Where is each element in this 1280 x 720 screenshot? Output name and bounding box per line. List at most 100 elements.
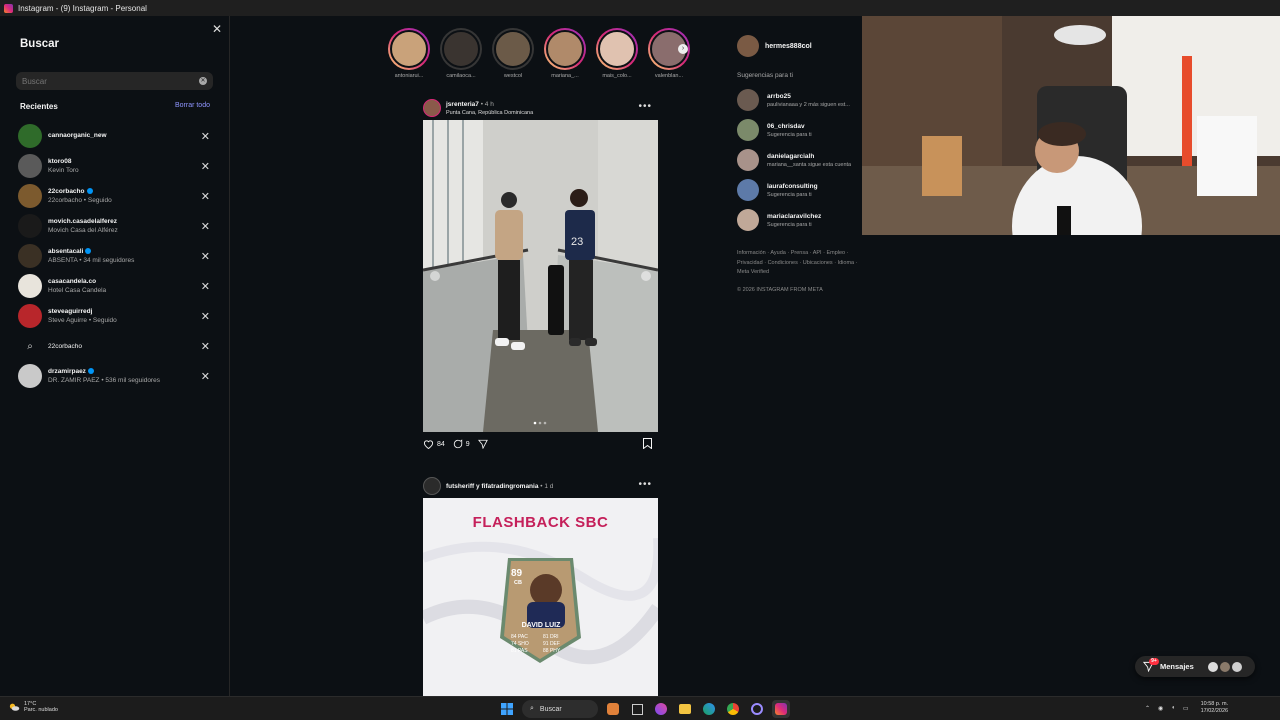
- suggestion-item[interactable]: arrbo25 paulivianaaa y 2 más siguen est.…: [737, 85, 861, 115]
- folder-icon: [679, 704, 691, 714]
- search-box[interactable]: ✕: [16, 72, 213, 90]
- like-button[interactable]: 84: [423, 439, 445, 449]
- stories-next-icon[interactable]: ›: [678, 44, 688, 54]
- avatar[interactable]: [737, 35, 759, 57]
- suggestion-item[interactable]: 06_chrisdav Sugerencia para ti: [737, 115, 861, 145]
- clear-search-icon[interactable]: ✕: [199, 77, 207, 85]
- avatar[interactable]: [737, 149, 759, 171]
- recent-search-item[interactable]: ktoro08 Kevin Toro ✕: [18, 151, 214, 181]
- close-icon[interactable]: ✕: [212, 22, 222, 36]
- story-item[interactable]: mais_colo...: [594, 28, 640, 79]
- post-image[interactable]: FLASHBACK SBC 89 CB DAVID LUIZ 84 PAC 74…: [423, 498, 658, 696]
- recent-search-item[interactable]: absentacali ABSENTA • 34 mil seguidores …: [18, 241, 214, 271]
- post-username[interactable]: jsrenteria7: [446, 101, 479, 108]
- current-username[interactable]: hermes888col: [765, 43, 812, 50]
- remove-recent-icon[interactable]: ✕: [201, 160, 210, 173]
- footer-links[interactable]: Información · Ayuda · Prensa · API · Emp…: [737, 249, 867, 278]
- windows-icon: [501, 703, 513, 715]
- taskbar-search[interactable]: ⌕ Buscar: [522, 700, 598, 718]
- avatar[interactable]: [737, 119, 759, 141]
- remove-recent-icon[interactable]: ✕: [201, 280, 210, 293]
- remove-recent-icon[interactable]: ✕: [201, 370, 210, 383]
- recent-search-item[interactable]: 22corbacho 22corbacho • Seguido ✕: [18, 181, 214, 211]
- post-location[interactable]: Punta Cana, República Dominicana: [446, 110, 533, 116]
- story-item[interactable]: mariana_...: [542, 28, 588, 79]
- story-ring: [596, 28, 638, 70]
- remove-recent-icon[interactable]: ✕: [201, 310, 210, 323]
- messages-button[interactable]: 9+ Mensajes: [1135, 656, 1255, 677]
- window-title: Instagram - (9) Instagram - Personal: [18, 3, 147, 13]
- recent-subtitle: 22corbacho • Seguido: [48, 197, 112, 204]
- suggestion-username[interactable]: mariaclaravilchez: [767, 213, 821, 220]
- clear-all-button[interactable]: Borrar todo: [175, 102, 210, 111]
- recent-username: 22corbacho: [48, 188, 85, 195]
- svg-text:23: 23: [571, 236, 583, 248]
- copilot-icon: [655, 703, 667, 715]
- taskbar-app[interactable]: [676, 700, 694, 718]
- chevron-up-icon[interactable]: ⌃: [1145, 705, 1150, 712]
- start-button[interactable]: [498, 700, 516, 718]
- suggestion-username[interactable]: arrbo25: [767, 93, 850, 100]
- taskbar-app[interactable]: [700, 700, 718, 718]
- post-avatar[interactable]: [423, 477, 441, 495]
- story-ring: [492, 28, 534, 70]
- recent-search-item[interactable]: ⌕ 22corbacho ✕: [18, 331, 214, 361]
- post-actions: 84 9: [423, 432, 658, 456]
- more-options-icon[interactable]: •••: [638, 479, 652, 490]
- avatar: [494, 30, 532, 68]
- avatar: [546, 30, 584, 68]
- avatar: [18, 214, 42, 238]
- search-icon: ⌕: [530, 705, 534, 712]
- recent-list: cannaorganic_new ✕ ktoro08 Kevin Toro ✕ …: [18, 121, 214, 391]
- story-item[interactable]: westcol: [490, 28, 536, 79]
- recent-username: drzamirpaez: [48, 368, 86, 375]
- feed-post: futsheriff y fifatradingromania • 1 d ••…: [423, 474, 658, 696]
- more-options-icon[interactable]: •••: [638, 101, 652, 112]
- remove-recent-icon[interactable]: ✕: [201, 130, 210, 143]
- remove-recent-icon[interactable]: ✕: [201, 220, 210, 233]
- bookmark-icon[interactable]: [643, 438, 652, 449]
- recent-search-item[interactable]: steveaguirredj Steve Aguirre • Seguido ✕: [18, 301, 214, 331]
- remove-recent-icon[interactable]: ✕: [201, 190, 210, 203]
- taskbar-app[interactable]: [628, 700, 646, 718]
- post-avatar[interactable]: [423, 99, 441, 117]
- avatar[interactable]: [737, 209, 759, 231]
- remove-recent-icon[interactable]: ✕: [201, 250, 210, 263]
- suggestion-username[interactable]: danielagarcialh: [767, 153, 851, 160]
- suggestion-username[interactable]: laurafconsulting: [767, 183, 818, 190]
- suggestion-username[interactable]: 06_chrisdav: [767, 123, 812, 130]
- recent-username: steveaguirredj: [48, 308, 93, 315]
- recent-search-item[interactable]: casacandela.co Hotel Casa Candela ✕: [18, 271, 214, 301]
- taskbar-app[interactable]: [604, 700, 622, 718]
- current-account[interactable]: hermes888col: [737, 34, 861, 58]
- battery-icon[interactable]: ▭: [1183, 705, 1189, 712]
- post-username[interactable]: futsheriff y fifatradingromania: [446, 483, 538, 490]
- search-input[interactable]: [22, 76, 199, 86]
- avatar[interactable]: [737, 89, 759, 111]
- taskbar-app-active[interactable]: [772, 700, 790, 718]
- stat: 84 PAC: [511, 634, 528, 640]
- recent-subtitle: Hotel Casa Candela: [48, 287, 107, 294]
- remove-recent-icon[interactable]: ✕: [201, 340, 210, 353]
- post-image[interactable]: 23: [423, 120, 658, 432]
- taskbar-app[interactable]: [724, 700, 742, 718]
- taskbar-app[interactable]: [652, 700, 670, 718]
- suggestion-item[interactable]: laurafconsulting Sugerencia para ti: [737, 175, 861, 205]
- story-ring: [440, 28, 482, 70]
- clock-time: 10:58 p. m.: [1200, 701, 1229, 707]
- recent-search-item[interactable]: cannaorganic_new ✕: [18, 121, 214, 151]
- comment-button[interactable]: 9: [453, 439, 470, 449]
- suggestion-item[interactable]: danielagarcialh mariana__santa sigue est…: [737, 145, 861, 175]
- suggestion-item[interactable]: mariaclaravilchez Sugerencia para ti: [737, 205, 861, 235]
- recent-search-item[interactable]: movich.casadelalferez Movich Casa del Al…: [18, 211, 214, 241]
- share-button[interactable]: [477, 439, 488, 449]
- weather-widget[interactable]: 17°C Parc. nublado: [8, 701, 58, 713]
- taskbar-app[interactable]: [748, 700, 766, 718]
- recent-search-item[interactable]: drzamirpaez DR. ZAMIR PAEZ • 536 mil seg…: [18, 361, 214, 391]
- story-item[interactable]: camilaoca...: [438, 28, 484, 79]
- clock[interactable]: 10:58 p. m. 17/02/2026: [1201, 701, 1229, 715]
- volume-icon[interactable]: ◖: [1171, 705, 1175, 711]
- avatar[interactable]: [737, 179, 759, 201]
- story-item[interactable]: antoniarui...: [386, 28, 432, 79]
- network-icon[interactable]: ◉: [1158, 705, 1163, 712]
